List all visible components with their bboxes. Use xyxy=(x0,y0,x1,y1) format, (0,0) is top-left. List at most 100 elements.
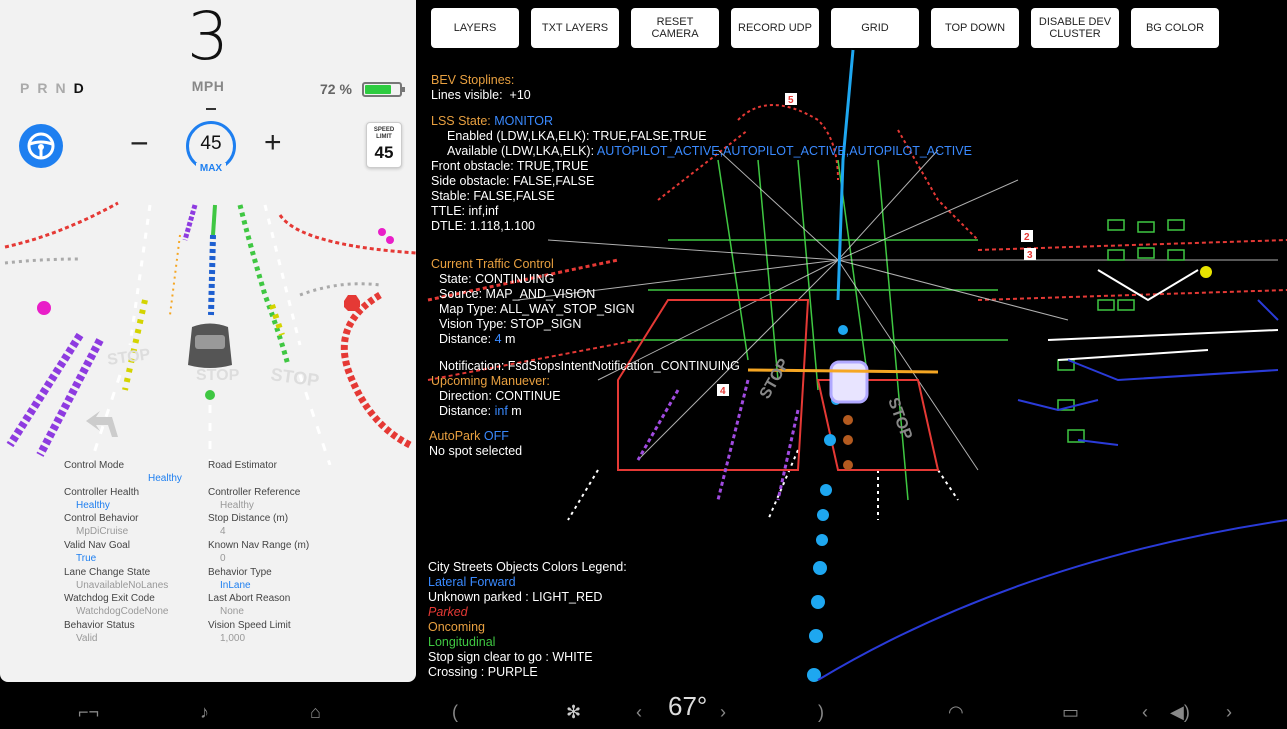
diagnostic-value: 4 xyxy=(220,526,226,538)
diagnostic-value: Valid xyxy=(76,633,98,645)
autopark-label: AutoPark xyxy=(429,429,481,443)
volume-icon[interactable]: ◀) xyxy=(1170,702,1190,722)
traffic-distance-label: Distance: xyxy=(439,332,492,346)
diagnostic-item: Control Behavior MpDiCruise xyxy=(64,513,204,540)
upcoming-distance-unit: m xyxy=(511,404,522,418)
diagnostic-label: Watchdog Exit Code xyxy=(64,593,155,605)
available-label: Available (LDW,LKA,ELK): xyxy=(447,144,595,158)
bg-color-button[interactable]: BG COLOR xyxy=(1131,8,1219,48)
diagnostic-value: None xyxy=(220,606,244,618)
top-down-button[interactable]: TOP DOWN xyxy=(931,8,1019,48)
increase-speed-button[interactable]: + xyxy=(264,127,282,159)
battery-percent: 72 % xyxy=(320,81,352,97)
gear-selector: PRND xyxy=(20,80,92,96)
legend-oncoming: Oncoming xyxy=(428,620,485,634)
diagnostic-item: Known Nav Range (m) 0 xyxy=(208,540,348,567)
notification-block: Notification: FsdStopsIntentNotification… xyxy=(431,359,740,419)
instrument-cluster: 3 MPH PRND 72 % − 45 MAX + SPEED LIMIT 4… xyxy=(0,0,416,682)
temperature-value: 67 xyxy=(668,691,697,721)
traffic-vision-type: Vision Type: STOP_SIGN xyxy=(439,317,582,331)
autopark-row: AutoPark OFF xyxy=(429,429,522,444)
scene-marker-label: 3 xyxy=(1027,250,1033,261)
car-icon[interactable]: ⌐¬ xyxy=(78,702,99,722)
diagnostic-item: Watchdog Exit Code WatchdogCodeNone xyxy=(64,593,204,620)
diagnostic-label: Controller Health xyxy=(64,486,140,498)
autopark-value: OFF xyxy=(483,429,509,443)
road-marking-stop: STOP xyxy=(196,367,240,384)
record-udp-button[interactable]: RECORD UDP xyxy=(731,8,819,48)
layers-button[interactable]: LAYERS xyxy=(431,8,519,48)
apps-icon[interactable]: ⌂ xyxy=(310,702,321,722)
temp-down-icon[interactable]: ‹ xyxy=(636,702,642,722)
gear-r: R xyxy=(37,80,56,96)
diagnostic-label: Behavior Status xyxy=(64,620,135,632)
music-icon[interactable]: ♪ xyxy=(200,702,209,722)
upcoming-direction: Direction: CONTINUE xyxy=(439,389,561,403)
diagnostic-label: Road Estimator xyxy=(208,460,277,471)
diagnostic-label: Known Nav Range (m) xyxy=(208,540,310,552)
gear-p: P xyxy=(20,80,38,96)
steering-wheel-button[interactable] xyxy=(19,124,63,168)
diagnostic-value: 0 xyxy=(220,553,226,565)
diagnostic-value: True xyxy=(76,553,97,565)
ego-car-icon xyxy=(188,323,232,368)
dtle: DTLE: 1.118,1.100 xyxy=(431,219,536,233)
diagnostic-label: Control Behavior xyxy=(64,513,139,525)
speed-limit-sign: SPEED LIMIT 45 xyxy=(366,122,402,168)
gear-n: N xyxy=(55,80,74,96)
diagnostic-label: Stop Distance (m) xyxy=(208,513,289,525)
speed-limit-label: SPEED LIMIT xyxy=(373,127,395,140)
legend-stop-clear: Stop sign clear to go : WHITE xyxy=(428,650,593,664)
lss-value: MONITOR xyxy=(494,114,554,128)
no-spot-selected: No spot selected xyxy=(429,444,523,458)
lines-visible-label: Lines visible: xyxy=(431,88,503,102)
diagnostics-left-column: Control Mode Healthy Controller Health Heal… xyxy=(64,460,204,647)
upcoming-maneuver-title: Upcoming Manuever: xyxy=(431,374,550,388)
speed-limit-value: 45 xyxy=(374,143,394,162)
scene-marker-label: 5 xyxy=(788,95,794,106)
screen-icon[interactable]: ▭ xyxy=(1062,702,1079,722)
reset-camera-button[interactable]: RESET CAMERA xyxy=(631,8,719,48)
seat-heater-right-icon[interactable]: ) xyxy=(818,702,824,722)
diagnostic-value: Healthy xyxy=(76,499,110,511)
diagnostic-item: Vision Speed Limit 1,000 xyxy=(208,620,348,647)
ego-vehicle-marker xyxy=(829,360,869,404)
steering-wheel-icon xyxy=(27,132,55,160)
bev-stoplines-block: BEV Stoplines: Lines visible: +10 xyxy=(431,73,531,103)
bev-stoplines-title: BEV Stoplines: xyxy=(431,73,515,87)
upcoming-distance-label: Distance: xyxy=(439,404,492,418)
scene-stop-marking: STOP xyxy=(757,356,794,402)
fan-icon[interactable]: ✻ xyxy=(566,702,581,722)
lss-row: LSS State: MONITOR xyxy=(431,114,972,129)
seat-heater-left-icon[interactable]: ( xyxy=(452,702,458,722)
defrost-icon[interactable]: ◠ xyxy=(948,702,964,722)
diagnostic-label: Valid Nav Goal xyxy=(64,540,130,552)
volume-up-icon[interactable]: › xyxy=(1226,702,1232,722)
upcoming-distance-row: Distance: inf m xyxy=(431,404,740,419)
bottom-taskbar: ⌐¬ ♪ ⌂ ( ✻ ‹ 67° › ) ◠ ▭ ‹ ◀) › xyxy=(0,690,1287,729)
diagnostic-value: WatchdogCodeNone xyxy=(76,606,169,618)
diagnostic-label: Control Mode xyxy=(64,460,125,471)
ttle: TTLE: inf,inf xyxy=(431,204,499,218)
volume-down-icon[interactable]: ‹ xyxy=(1142,702,1148,722)
traffic-distance-row: Distance: 4 m xyxy=(431,332,634,347)
traffic-distance-unit: m xyxy=(505,332,516,346)
temperature-unit: ° xyxy=(696,691,708,721)
txt-layers-button[interactable]: TXT LAYERS xyxy=(531,8,619,48)
lines-visible-value: +10 xyxy=(509,88,531,102)
diagnostic-item: Behavior Status Valid xyxy=(64,620,204,647)
grid-button[interactable]: GRID xyxy=(831,8,919,48)
available-value: AUTOPILOT_ACTIVE,AUTOPILOT_ACTIVE,AUTOPI… xyxy=(596,144,972,158)
legend-unknown-parked: Unknown parked : LIGHT_RED xyxy=(428,590,603,604)
road-marking-stop: STOP xyxy=(269,364,320,391)
legend-longitudinal: Longitudinal xyxy=(428,635,496,649)
legend-lateral-forward: Lateral Forward xyxy=(428,575,516,589)
decrease-speed-button[interactable]: − xyxy=(130,127,149,159)
temp-up-icon[interactable]: › xyxy=(720,702,726,722)
road-marking-stop: STOP xyxy=(106,346,152,369)
diagnostic-label: Behavior Type xyxy=(208,566,272,578)
available-row: Available (LDW,LKA,ELK): AUTOPILOT_ACTIV… xyxy=(431,144,972,159)
disable-dev-cluster-button[interactable]: DISABLE DEV CLUSTER xyxy=(1031,8,1119,48)
diagnostic-item: Control Mode Healthy xyxy=(64,460,204,487)
diagnostic-item: Controller Reference Healthy xyxy=(208,487,348,514)
